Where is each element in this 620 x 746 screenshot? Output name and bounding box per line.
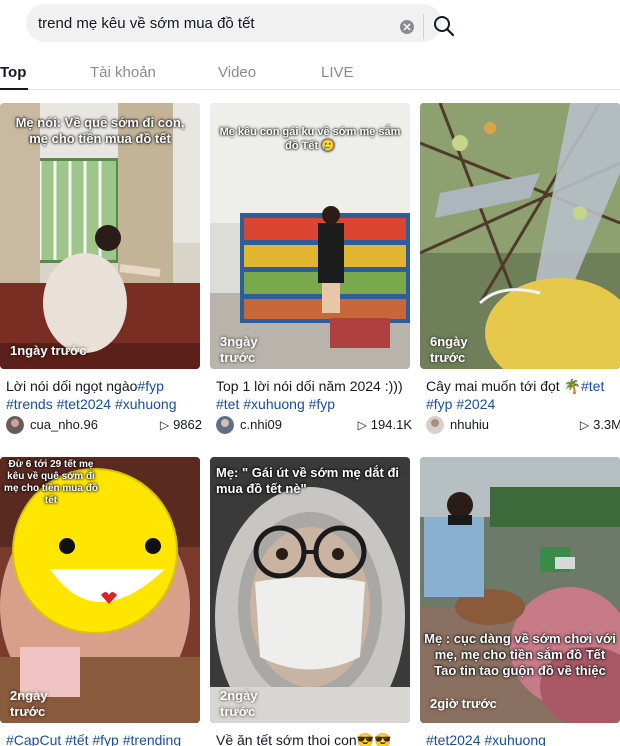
video-thumbnail[interactable]: Đừ 6 tới 29 tết mẹ kêu về quê sớm đi mẹ …	[0, 457, 200, 723]
hashtags[interactable]: #CapCut #tết #fyp #trending	[6, 732, 181, 746]
search-tabs: Top Tài khoản Video LIVE	[0, 48, 620, 90]
video-card[interactable]: 6ngày trước Cây mai muốn tới đọt 🌴#tet #…	[420, 103, 620, 443]
video-thumbnail[interactable]: Mẹ: " Gái út về sớm mẹ dắt đi mua đồ tết…	[210, 457, 410, 723]
username[interactable]: cua_nho.96	[30, 417, 98, 432]
video-thumbnail[interactable]: 6ngày trước	[420, 103, 620, 369]
time-badge: 2ngày trước	[10, 688, 48, 719]
username[interactable]: c.nhi09	[240, 417, 282, 432]
caption-text: Lời nói dối ngọt ngào	[6, 378, 138, 394]
avatar[interactable]	[216, 416, 234, 434]
avatar[interactable]	[426, 416, 444, 434]
video-overlay-text: Mẹ kêu con gái ku về sớm mẹ sắm đồ Tết 🥲	[219, 126, 401, 152]
caption-text: Về ăn tết sớm thoi con😎😎	[216, 732, 392, 746]
video-caption: Về ăn tết sớm thoi con😎😎	[216, 731, 416, 746]
video-card[interactable]: Đừ 6 tới 29 tết mẹ kêu về quê sớm đi mẹ …	[0, 457, 200, 746]
video-overlay-text: Mẹ: " Gái út về sớm mẹ dắt đi mua đồ tết…	[216, 465, 400, 496]
hashtags[interactable]: #tet #xuhuong #fyp	[216, 396, 335, 412]
video-overlay-text: Mẹ : cục dàng về sớm chơi với mẹ, mẹ cho…	[424, 631, 616, 678]
video-card[interactable]: Mẹ nói: Về quê sớm đi con, mẹ cho tiền m…	[0, 103, 202, 443]
time-badge: 2ngày trước	[220, 688, 258, 719]
video-meta: cua_nho.96 9862	[6, 415, 206, 435]
video-card[interactable]: Mẹ : cục dàng về sớm chơi với mẹ, mẹ cho…	[420, 457, 620, 746]
tab-top[interactable]: Top	[0, 64, 26, 81]
view-count: 9862	[160, 417, 202, 432]
view-count: 3.3M	[580, 417, 620, 432]
avatar[interactable]	[6, 416, 24, 434]
video-card[interactable]: Mẹ: " Gái út về sớm mẹ dắt đi mua đồ tết…	[210, 457, 410, 746]
time-badge: 6ngày trước	[430, 334, 468, 365]
video-meta: c.nhi09 194.1K	[216, 415, 416, 435]
search-bar[interactable]	[26, 4, 455, 42]
magnifier-icon[interactable]	[433, 15, 455, 37]
caption-text: Cây mai muốn tới đọt 🌴	[426, 378, 581, 394]
tab-accounts[interactable]: Tài khoản	[90, 64, 156, 81]
search-input[interactable]	[38, 13, 368, 33]
hashtags[interactable]: #tet2024 #xuhuong	[426, 732, 546, 746]
video-meta: nhuhiu 3.3M	[426, 415, 620, 435]
active-tab-indicator	[0, 88, 28, 90]
video-caption: #CapCut #tết #fyp #trending	[6, 731, 206, 746]
tab-live[interactable]: LIVE	[321, 64, 354, 81]
caption-text: Top 1 lời nói dối năm 2024 :)))	[216, 378, 403, 394]
video-thumbnail[interactable]: Mẹ : cục dàng về sớm chơi với mẹ, mẹ cho…	[420, 457, 620, 723]
time-badge: 2giờ trước	[430, 696, 497, 711]
video-caption: Cây mai muốn tới đọt 🌴#tet #fyp #2024	[426, 377, 620, 413]
view-count: 194.1K	[358, 417, 412, 432]
video-caption: #tet2024 #xuhuong	[426, 731, 620, 746]
video-card[interactable]: Mẹ kêu con gái ku về sớm mẹ sắm đồ Tết 🥲…	[210, 103, 412, 443]
tab-video[interactable]: Video	[218, 64, 256, 81]
search-divider	[423, 14, 424, 39]
video-caption: Lời nói dối ngọt ngào#fyp #trends #tet20…	[6, 377, 206, 413]
username[interactable]: nhuhiu	[450, 417, 489, 432]
video-thumbnail[interactable]: Mẹ nói: Về quê sớm đi con, mẹ cho tiền m…	[0, 103, 200, 369]
time-badge: 1ngày trước	[10, 343, 87, 358]
video-overlay-text: Đừ 6 tới 29 tết mẹ kêu về quê sớm đi mẹ …	[4, 459, 98, 506]
video-caption: Top 1 lời nói dối năm 2024 :))) #tet #xuh…	[216, 377, 416, 413]
video-thumbnail[interactable]: Mẹ kêu con gái ku về sớm mẹ sắm đồ Tết 🥲…	[210, 103, 410, 369]
time-badge: 3ngày trước	[220, 334, 258, 365]
video-overlay-text: Mẹ nói: Về quê sớm đi con, mẹ cho tiền m…	[15, 115, 185, 146]
close-circle-icon[interactable]	[400, 20, 414, 34]
